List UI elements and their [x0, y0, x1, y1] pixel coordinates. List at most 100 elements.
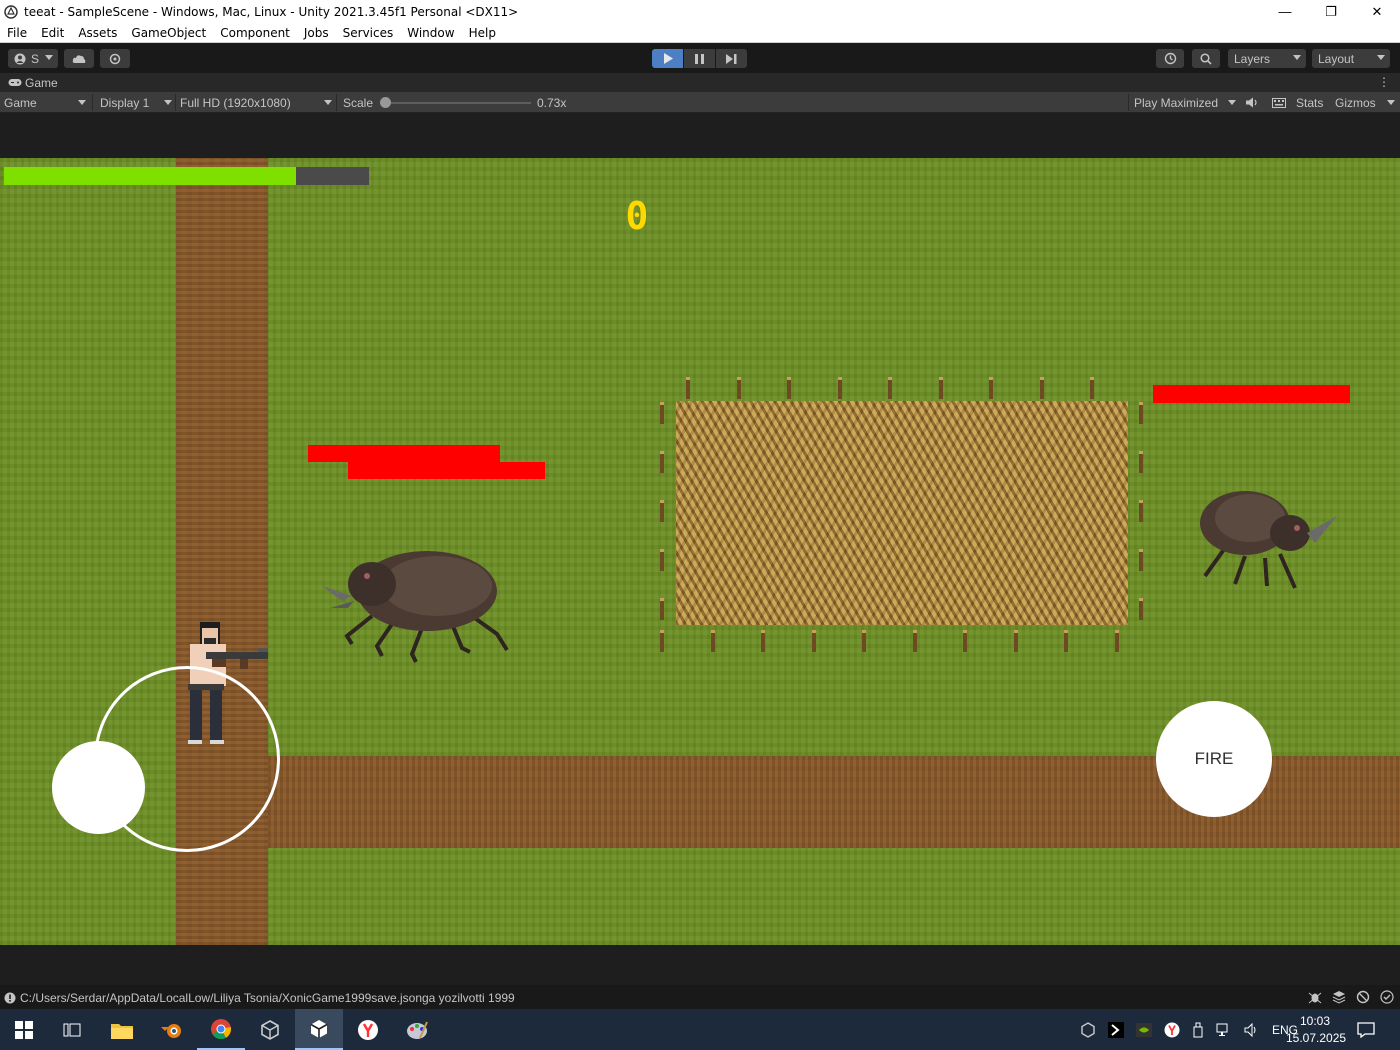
- yandex-browser-button[interactable]: [344, 1009, 392, 1050]
- title-bar: teeat - SampleScene - Windows, Mac, Linu…: [0, 0, 1400, 23]
- display-dropdown[interactable]: Display 1: [100, 92, 172, 113]
- close-button[interactable]: ✕: [1354, 0, 1400, 23]
- joystick-handle[interactable]: [52, 741, 145, 834]
- history-button[interactable]: [1156, 49, 1184, 68]
- menu-jobs[interactable]: Jobs: [297, 26, 336, 40]
- unity-editor-button[interactable]: [295, 1009, 343, 1050]
- menu-gameobject[interactable]: GameObject: [124, 26, 213, 40]
- fence-post: [1115, 630, 1119, 652]
- pause-button[interactable]: [684, 49, 715, 68]
- chevron-down-icon: [1377, 55, 1385, 60]
- fence-post: [1090, 377, 1094, 399]
- player-health-bar: [4, 167, 369, 185]
- search-button[interactable]: [1192, 49, 1220, 68]
- fence-post: [1139, 402, 1143, 424]
- volume-tray-icon[interactable]: [1244, 1022, 1260, 1037]
- play-button[interactable]: [652, 49, 683, 68]
- layers-dropdown[interactable]: Layers: [1228, 49, 1306, 68]
- task-view-button[interactable]: [48, 1009, 96, 1050]
- divider: [175, 94, 176, 111]
- more-options-icon[interactable]: ⋮: [1378, 75, 1390, 89]
- menu-window[interactable]: Window: [400, 26, 461, 40]
- fence-post: [838, 377, 842, 399]
- light-bake-icon[interactable]: [1356, 990, 1370, 1004]
- fence-post: [939, 377, 943, 399]
- paint-button[interactable]: [393, 1009, 441, 1050]
- network-tray-icon[interactable]: [1216, 1023, 1232, 1037]
- game-canvas[interactable]: 0 FIRE: [0, 158, 1400, 945]
- fence-post: [660, 549, 664, 571]
- chrome-button[interactable]: [197, 1009, 245, 1050]
- nvidia-tray-icon[interactable]: [1136, 1022, 1152, 1037]
- system-tray: ENG: [1080, 1009, 1298, 1050]
- settings-icon: [109, 53, 121, 64]
- menu-help[interactable]: Help: [462, 26, 503, 40]
- fence-post: [1040, 377, 1044, 399]
- gizmos-button[interactable]: Gizmos: [1335, 92, 1376, 113]
- maximize-button[interactable]: ❐: [1308, 0, 1354, 23]
- beetle-enemy: [322, 551, 509, 663]
- stats-button[interactable]: Stats: [1296, 92, 1323, 113]
- account-icon: [14, 53, 26, 64]
- yandex-icon: [358, 1019, 378, 1040]
- cloud-button[interactable]: [64, 49, 94, 68]
- folder-icon: [111, 1023, 133, 1039]
- blender-button[interactable]: [148, 1009, 196, 1050]
- play-maximized-label: Play Maximized: [1134, 95, 1219, 110]
- notifications-button[interactable]: [1346, 1009, 1386, 1050]
- layers-icon[interactable]: [1332, 990, 1346, 1004]
- unity-icon: [4, 4, 18, 19]
- scale-slider-handle[interactable]: [380, 97, 391, 108]
- divider: [92, 94, 93, 111]
- fence-post: [1139, 549, 1143, 571]
- gamepad-icon: [8, 79, 22, 86]
- game-view-toolbar: Game Display 1 Full HD (1920x1080) Scale…: [0, 92, 1400, 113]
- terminal-tray-icon[interactable]: [1108, 1021, 1124, 1038]
- fence-post: [660, 598, 664, 620]
- file-explorer-button[interactable]: [98, 1009, 146, 1050]
- menu-component[interactable]: Component: [213, 26, 297, 40]
- fence-post: [660, 630, 664, 652]
- chevron-down-icon[interactable]: [1387, 100, 1395, 105]
- console-message[interactable]: C:/Users/Serdar/AppData/LocalLow/Liliya …: [20, 991, 515, 1005]
- resolution-label: Full HD (1920x1080): [180, 95, 291, 110]
- yandex-tray-icon[interactable]: [1164, 1022, 1180, 1038]
- start-button[interactable]: [0, 1009, 48, 1050]
- menu-edit[interactable]: Edit: [34, 26, 71, 40]
- fence-post: [1139, 598, 1143, 620]
- menu-file[interactable]: File: [0, 26, 34, 40]
- unity-hub-button[interactable]: [246, 1009, 294, 1050]
- tab-bar: Game ⋮: [0, 73, 1400, 92]
- clock[interactable]: 10:03 15.07.2025: [1286, 1013, 1346, 1047]
- chevron-down-icon: [164, 100, 172, 105]
- check-circle-icon[interactable]: [1380, 990, 1394, 1004]
- fence-post: [711, 630, 715, 652]
- tab-game[interactable]: Game: [0, 76, 58, 90]
- layout-dropdown[interactable]: Layout: [1312, 49, 1390, 68]
- menu-assets[interactable]: Assets: [71, 26, 124, 40]
- scale-slider-track[interactable]: [384, 102, 531, 104]
- fence-post: [660, 500, 664, 522]
- history-icon: [1164, 52, 1176, 65]
- keyboard-icon: [1272, 97, 1286, 108]
- view-mode-dropdown[interactable]: Game: [4, 92, 88, 113]
- account-dropdown[interactable]: S: [8, 49, 58, 68]
- play-maximized-dropdown[interactable]: Play Maximized: [1134, 92, 1238, 113]
- speaker-icon: [1246, 97, 1257, 108]
- menu-services[interactable]: Services: [336, 26, 401, 40]
- keyboard-shortcuts-button[interactable]: [1272, 92, 1286, 113]
- window-title: teeat - SampleScene - Windows, Mac, Linu…: [24, 4, 519, 19]
- mute-audio-button[interactable]: [1246, 92, 1259, 113]
- resolution-dropdown[interactable]: Full HD (1920x1080): [180, 92, 332, 113]
- fire-button[interactable]: FIRE: [1156, 701, 1272, 817]
- usb-tray-icon[interactable]: [1192, 1022, 1204, 1038]
- step-button[interactable]: [716, 49, 747, 68]
- collab-button[interactable]: [100, 49, 130, 68]
- minimize-button[interactable]: —: [1262, 0, 1308, 23]
- bug-icon[interactable]: [1308, 990, 1322, 1004]
- enemy-health-bar: [348, 462, 545, 479]
- fence-post: [1014, 630, 1018, 652]
- blender-icon: [161, 1023, 181, 1038]
- status-bar: C:/Users/Serdar/AppData/LocalLow/Liliya …: [0, 987, 1400, 1009]
- unity-tray-icon[interactable]: [1080, 1021, 1096, 1038]
